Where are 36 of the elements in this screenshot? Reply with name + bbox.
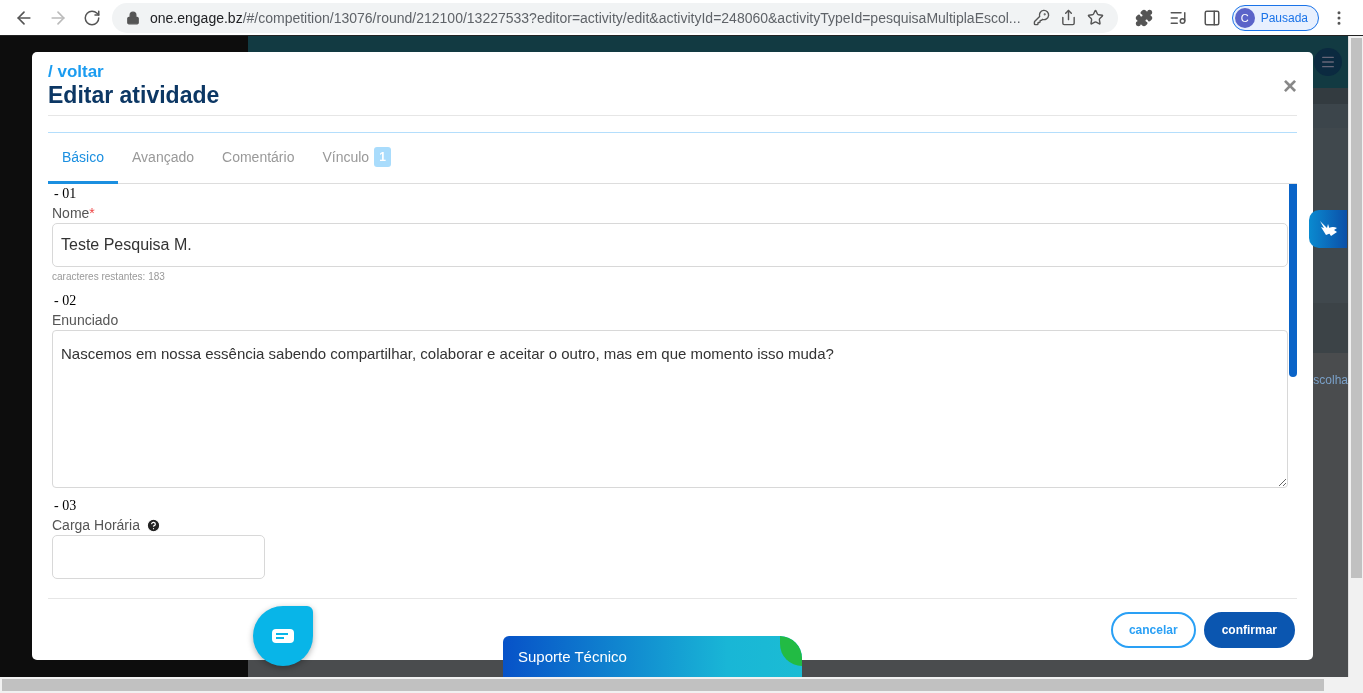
support-button[interactable]: Suporte Técnico (503, 636, 802, 677)
confirm-button[interactable]: confirmar (1203, 611, 1295, 648)
field-label: Nome* (52, 205, 95, 221)
scrollbar-thumb[interactable] (1289, 184, 1297, 377)
share-icon[interactable] (1059, 9, 1077, 26)
address-bar[interactable]: one.engage.bz/#/competition/13076/round/212100/13227533?editor=activity/edit&activityId=248060&activityTypeId=pesquisaMultiplaEscol... (112, 2, 1118, 33)
key-icon[interactable] (1032, 9, 1050, 26)
profile-button[interactable]: C Pausada (1231, 4, 1319, 31)
lock-icon (126, 10, 140, 25)
back-link[interactable]: / voltar (48, 62, 220, 82)
input-field[interactable]: Nascemos em nossa essência sabendo compartilhar, colaborar e aceitar o outro, mas em que momento isso muda? (52, 330, 1288, 488)
input-field[interactable] (52, 535, 265, 579)
background-text: scolha (1313, 372, 1348, 387)
field-label: Carga Horária (52, 517, 140, 533)
dialog-title: Editar atividade (48, 82, 220, 109)
field-label: Enunciado (52, 312, 119, 328)
field-hint: caracteres restantes: 183 (52, 271, 166, 282)
help-icon[interactable] (145, 517, 161, 533)
count-badge: 1 (374, 147, 391, 167)
scrollbar-thumb[interactable] (1350, 38, 1362, 578)
star-icon[interactable] (1086, 9, 1104, 26)
field-number: - 02 (53, 292, 78, 310)
avatar: C (1234, 7, 1255, 28)
tab[interactable]: Básico (48, 133, 119, 184)
tab[interactable]: Comentário (208, 133, 309, 184)
input-field[interactable]: Teste Pesquisa M. (52, 223, 1288, 267)
field-number: - 01 (53, 185, 78, 203)
menu-icon[interactable] (1314, 47, 1342, 76)
tab[interactable]: Avançado (118, 133, 209, 184)
field-number: - 03 (53, 497, 78, 515)
close-button[interactable]: × (1283, 73, 1297, 98)
chat-icon (272, 629, 294, 643)
cancel-button[interactable]: cancelar (1110, 611, 1196, 648)
tab[interactable]: Vínculo 1 (308, 133, 405, 184)
accessibility-button[interactable] (1309, 210, 1347, 248)
scrollbar-thumb[interactable] (2, 679, 1324, 691)
